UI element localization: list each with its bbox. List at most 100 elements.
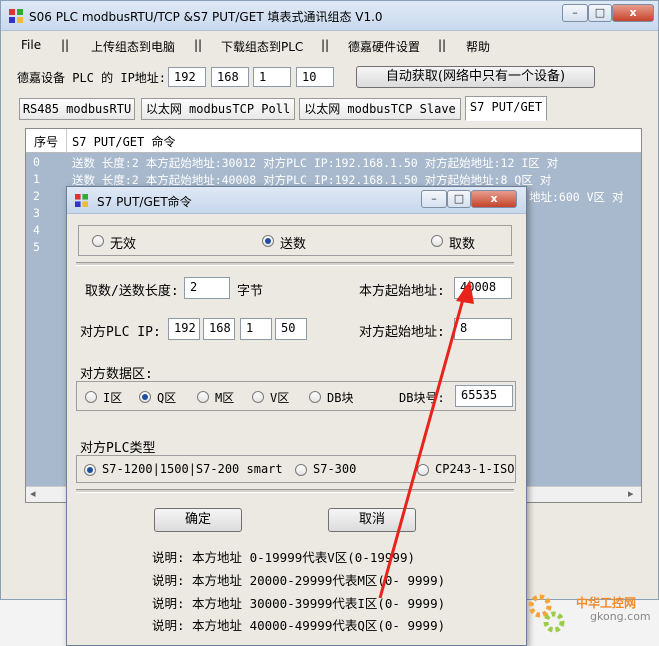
remote-ip-octet-2[interactable]: 168 xyxy=(203,318,235,340)
scroll-left-icon[interactable]: ◂ xyxy=(30,487,36,500)
mode-label-disabled: 无效 xyxy=(110,237,137,252)
area-label-i: I区 xyxy=(103,391,123,405)
menu-file[interactable]: File xyxy=(21,38,41,52)
menu-separator: || xyxy=(321,38,330,52)
menu-hardware[interactable]: 德嘉硬件设置 xyxy=(348,38,420,55)
row-index: 0 xyxy=(33,155,40,169)
ok-button[interactable]: 确定 xyxy=(154,508,242,532)
auto-detect-button[interactable]: 自动获取(网络中只有一个设备) xyxy=(356,66,595,88)
tab-modbus-rtu[interactable]: RS485 modbusRTU xyxy=(19,98,135,120)
row-index: 2 xyxy=(33,189,40,203)
watermark-domain: gkong.com xyxy=(590,610,651,623)
note-line: 说明: 本方地址 0-19999代表V区(0-19999) xyxy=(152,550,416,565)
mode-label-receive: 取数 xyxy=(449,237,476,252)
plc-type-radio-s7-300[interactable] xyxy=(295,464,307,476)
menu-separator: || xyxy=(61,38,70,52)
menu-download[interactable]: 下载组态到PLC xyxy=(221,38,303,55)
mode-radio-receive[interactable] xyxy=(431,235,443,247)
s7-command-dialog: S7 PUT/GET命令 – □ x 无效 送数 取数 取数/送数长度: 2 字… xyxy=(66,186,527,646)
mode-group: 无效 送数 取数 xyxy=(78,225,512,256)
plc-type-radio-cp243[interactable] xyxy=(417,464,429,476)
grid-header: 序号 S7 PUT/GET 命令 xyxy=(26,129,641,153)
note-line: 说明: 本方地址 30000-39999代表I区(0- 9999) xyxy=(152,596,446,611)
watermark-text: 中华工控网 xyxy=(576,596,637,610)
plc-type-label: 对方PLC类型 xyxy=(80,441,156,456)
close-button[interactable]: x xyxy=(612,4,654,22)
area-label-v: V区 xyxy=(270,391,290,405)
area-radio-i[interactable] xyxy=(85,391,97,403)
mode-radio-disabled[interactable] xyxy=(92,235,104,247)
mode-label-send: 送数 xyxy=(280,237,307,252)
db-number-label: DB块号: xyxy=(399,391,445,405)
plc-type-label-s7-1200: S7-1200|1500|S7-200 smart xyxy=(102,462,283,476)
plc-type-label-cp243: CP243-1-ISO xyxy=(435,462,515,476)
table-row[interactable]: 0 送数 长度:2 本方起始地址:30012 对方PLC IP:192.168.… xyxy=(26,154,641,171)
plc-ip-label: 德嘉设备 PLC 的 IP地址: xyxy=(17,71,167,85)
app-icon xyxy=(9,9,23,23)
data-area-label: 对方数据区: xyxy=(80,367,153,382)
area-radio-q[interactable] xyxy=(139,391,151,403)
app-icon xyxy=(75,194,88,207)
grid-header-command: S7 PUT/GET 命令 xyxy=(72,135,176,149)
plc-type-group: S7-1200|1500|S7-200 smart S7-300 CP243-1… xyxy=(76,455,516,483)
plc-type-label-s7-300: S7-300 xyxy=(313,462,357,476)
remote-ip-octet-3[interactable]: 1 xyxy=(240,318,272,340)
area-radio-db[interactable] xyxy=(309,391,321,403)
grid-header-index: 序号 xyxy=(34,135,59,149)
menu-help[interactable]: 帮助 xyxy=(466,38,490,55)
cancel-button[interactable]: 取消 xyxy=(328,508,416,532)
dialog-title-bar: S7 PUT/GET命令 – □ x xyxy=(67,187,526,214)
minimize-button[interactable]: – xyxy=(562,4,588,22)
data-area-group: I区 Q区 M区 V区 DB块 DB块号: 65535 xyxy=(76,381,516,411)
watermark-logo: 中华工控网 gkong.com xyxy=(524,588,658,638)
length-unit: 字节 xyxy=(237,284,264,299)
remote-ip-octet-4[interactable]: 50 xyxy=(275,318,307,340)
maximize-button[interactable]: □ xyxy=(588,4,612,22)
plc-ip-octet-1[interactable]: 192 xyxy=(168,67,206,87)
dialog-minimize-button[interactable]: – xyxy=(421,190,447,208)
menu-upload[interactable]: 上传组态到电脑 xyxy=(91,38,175,55)
area-label-db: DB块 xyxy=(327,391,354,405)
dialog-maximize-button[interactable]: □ xyxy=(447,190,471,208)
local-address-label: 本方起始地址: xyxy=(359,284,445,299)
menu-bar: File || 上传组态到电脑 || 下载组态到PLC || 德嘉硬件设置 ||… xyxy=(1,32,658,58)
divider xyxy=(76,262,514,266)
row-index: 1 xyxy=(33,172,40,186)
row-index: 5 xyxy=(33,240,40,254)
menu-separator: || xyxy=(194,38,203,52)
area-label-q: Q区 xyxy=(157,391,177,405)
main-window-title: S06 PLC modbusRTU/TCP &S7 PUT/GET 填表式通讯组… xyxy=(29,10,383,24)
tab-s7-putget[interactable]: S7 PUT/GET xyxy=(465,96,547,121)
menu-separator: || xyxy=(438,38,447,52)
db-number-input[interactable]: 65535 xyxy=(455,385,513,407)
area-label-m: M区 xyxy=(215,391,235,405)
area-radio-v[interactable] xyxy=(252,391,264,403)
mode-radio-send[interactable] xyxy=(262,235,274,247)
length-input[interactable]: 2 xyxy=(184,277,230,299)
plc-ip-octet-3[interactable]: 1 xyxy=(253,67,291,87)
dialog-title: S7 PUT/GET命令 xyxy=(97,195,192,209)
tab-modbus-tcp-poll[interactable]: 以太网 modbusTCP Poll xyxy=(141,98,295,120)
gear-icon xyxy=(528,594,565,633)
remote-address-input[interactable]: 8 xyxy=(454,318,512,340)
row-index: 4 xyxy=(33,223,40,237)
note-line: 说明: 本方地址 20000-29999代表M区(0- 9999) xyxy=(152,573,446,588)
plc-ip-octet-2[interactable]: 168 xyxy=(211,67,249,87)
remote-address-label: 对方起始地址: xyxy=(359,325,445,340)
remote-ip-label: 对方PLC IP: xyxy=(80,325,161,340)
dialog-close-button[interactable]: x xyxy=(471,190,517,208)
row-index: 3 xyxy=(33,206,40,220)
row-command: 送数 长度:2 本方起始地址:30012 对方PLC IP:192.168.1.… xyxy=(72,156,559,170)
plc-type-radio-s7-1200[interactable] xyxy=(84,464,96,476)
plc-ip-octet-4[interactable]: 10 xyxy=(296,67,334,87)
divider xyxy=(76,489,514,493)
main-title-bar: S06 PLC modbusRTU/TCP &S7 PUT/GET 填表式通讯组… xyxy=(1,1,658,31)
local-address-input[interactable]: 40008 xyxy=(454,277,512,299)
remote-ip-octet-1[interactable]: 192 xyxy=(168,318,200,340)
length-label: 取数/送数长度: xyxy=(85,284,179,299)
tab-modbus-tcp-slave[interactable]: 以太网 modbusTCP Slave xyxy=(299,98,461,120)
row-command: 地址:600 V区 对 xyxy=(529,190,624,204)
note-line: 说明: 本方地址 40000-49999代表Q区(0- 9999) xyxy=(152,618,446,633)
scroll-right-icon[interactable]: ▸ xyxy=(628,487,634,500)
area-radio-m[interactable] xyxy=(197,391,209,403)
